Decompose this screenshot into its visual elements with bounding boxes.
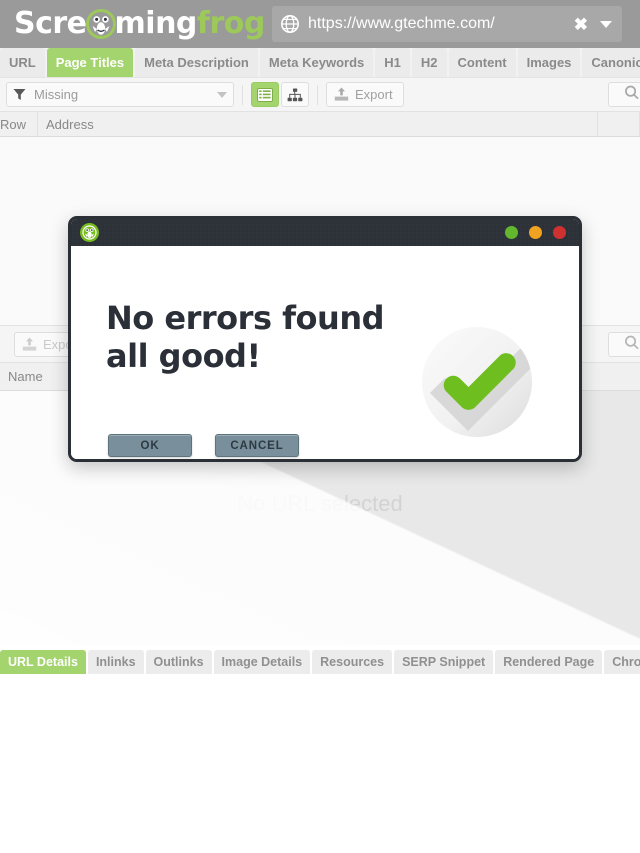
tab-url[interactable]: URL (0, 48, 45, 77)
toolbar-divider (317, 84, 318, 105)
column-header-extra[interactable] (598, 111, 640, 137)
bottom-tab-serp-snippet[interactable]: SERP Snippet (394, 650, 494, 674)
chevron-down-icon[interactable] (600, 20, 612, 28)
bottom-tab-rendered-page[interactable]: Rendered Page (495, 650, 603, 674)
bottom-tab-image-details[interactable]: Image Details (213, 650, 311, 674)
bottom-tab-inlinks[interactable]: Inlinks (87, 650, 144, 674)
lower-search-input[interactable] (608, 332, 640, 357)
filter-toolbar: Missing Export (0, 78, 640, 112)
tab-images[interactable]: Images (517, 48, 581, 77)
bottom-tab-chrome[interactable]: Chrome (604, 650, 640, 674)
window-minimize-dot[interactable] (505, 226, 518, 239)
column-header-row[interactable]: Row (0, 111, 38, 137)
app-header: Scre mingfrog https://www.gtechme.com/ ✖ (0, 0, 640, 48)
dialog-button-row: OK CANCEL (108, 434, 299, 457)
bottom-tab-strip: URL Details Inlinks Outlinks Image Detai… (0, 650, 640, 674)
tab-meta-description[interactable]: Meta Description (135, 48, 258, 77)
export-upload-icon (334, 87, 349, 102)
dialog-title-bar (71, 219, 579, 246)
toolbar-divider (242, 84, 243, 105)
ok-button[interactable]: OK (108, 434, 192, 457)
tab-canonicals[interactable]: Canonicals (582, 48, 640, 77)
search-icon (624, 335, 639, 355)
window-maximize-dot[interactable] (529, 226, 542, 239)
dialog-heading: No errors found all good! (106, 299, 385, 375)
logo-text-part2: ming (114, 6, 198, 41)
main-tab-strip: URL Page Titles Meta Description Meta Ke… (0, 48, 640, 78)
search-icon (624, 85, 639, 105)
bottom-tab-resources[interactable]: Resources (312, 650, 393, 674)
cancel-button[interactable]: CANCEL (215, 434, 299, 457)
screaming-frog-window: Scre mingfrog https://www.gtechme.com/ ✖ … (0, 0, 640, 853)
results-table-header: Row Address (0, 111, 640, 137)
detail-pane-empty-message: No URL selected (237, 491, 403, 516)
no-errors-dialog: No errors found all good! OK CANCEL (68, 216, 582, 462)
dialog-body: No errors found all good! OK CANCEL (71, 246, 579, 459)
tree-view-icon[interactable] (281, 82, 309, 107)
tab-content[interactable]: Content (448, 48, 516, 77)
tab-h1[interactable]: H1 (375, 48, 410, 77)
window-close-dot[interactable] (553, 226, 566, 239)
export-button[interactable]: Export (326, 82, 404, 107)
filter-dropdown[interactable]: Missing (6, 82, 234, 107)
tab-meta-keywords[interactable]: Meta Keywords (259, 48, 374, 77)
filter-value: Missing (34, 87, 79, 102)
column-header-address[interactable]: Address (38, 111, 598, 137)
search-input[interactable] (608, 82, 640, 107)
logo-text-part1: Scre (14, 6, 87, 41)
address-input[interactable]: https://www.gtechme.com/ (308, 15, 566, 33)
tab-h2[interactable]: H2 (411, 48, 447, 77)
list-view-icon[interactable] (251, 82, 279, 107)
screaming-frog-logo-icon (80, 223, 99, 242)
bottom-tab-url-details[interactable]: URL Details (0, 650, 86, 674)
export-upload-icon (22, 337, 37, 352)
bottom-tab-outlinks[interactable]: Outlinks (145, 650, 212, 674)
logo-text-part3: frog (196, 6, 265, 41)
address-bar[interactable]: https://www.gtechme.com/ ✖ (272, 6, 622, 42)
app-logo: Scre mingfrog (14, 9, 265, 39)
funnel-icon (13, 88, 26, 101)
tab-page-titles[interactable]: Page Titles (46, 48, 134, 77)
green-checkmark-icon (421, 326, 533, 438)
export-label: Export (355, 87, 393, 102)
screaming-frog-logo-icon (85, 9, 116, 39)
chevron-down-icon[interactable] (217, 91, 227, 98)
globe-icon (280, 14, 300, 34)
close-x-icon[interactable]: ✖ (566, 16, 596, 33)
window-controls (505, 226, 570, 239)
